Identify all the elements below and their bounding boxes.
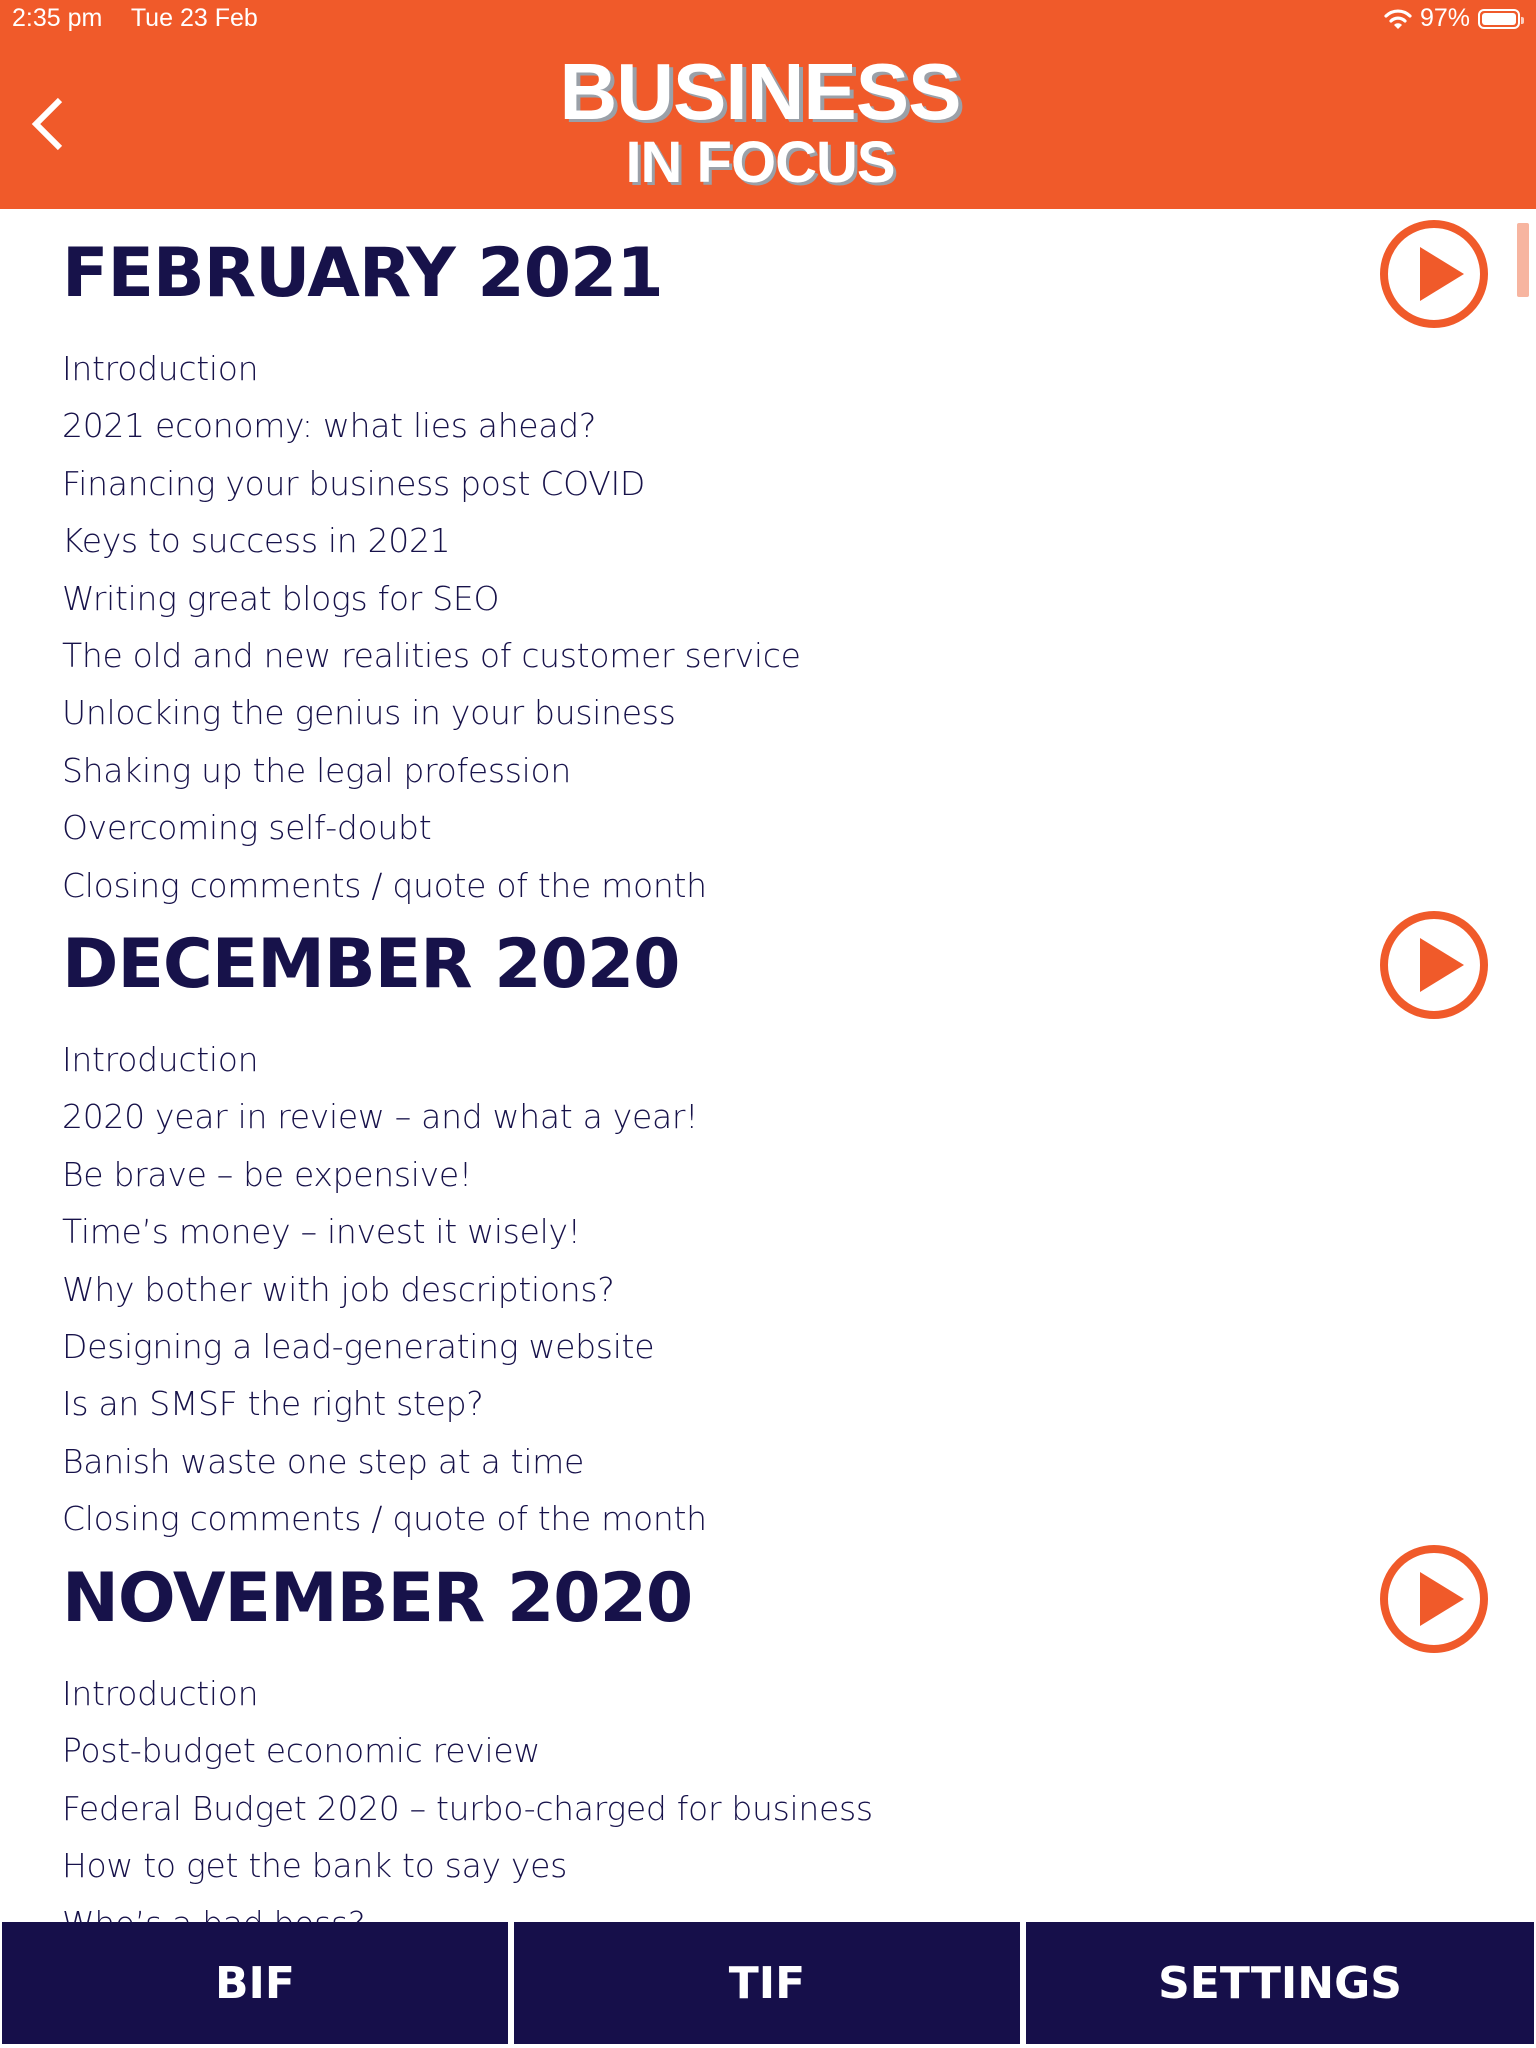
issue-title: NOVEMBER 2020	[62, 1559, 693, 1638]
status-bar-left: 2:35 pm Tue 23 Feb	[12, 4, 280, 33]
bottom-tab-bar: BIF TIF SETTINGS	[0, 1922, 1536, 2048]
article-link[interactable]: Keys to success in 2021	[62, 512, 801, 569]
issue-title: FEBRUARY 2021	[62, 234, 664, 313]
play-button[interactable]	[1378, 218, 1490, 330]
article-link[interactable]: Unlocking the genius in your business	[62, 684, 801, 741]
article-list: Introduction 2021 economy: what lies ahe…	[62, 340, 801, 914]
play-button[interactable]	[1378, 1543, 1490, 1655]
tab-bif[interactable]: BIF	[2, 1922, 508, 2044]
article-link[interactable]: Designing a lead-generating website	[62, 1318, 707, 1375]
article-link[interactable]: Closing comments / quote of the month	[62, 1490, 707, 1547]
article-list: Introduction Post-budget economic review…	[62, 1665, 873, 1922]
article-link[interactable]: Introduction	[62, 1031, 707, 1088]
article-link[interactable]: Shaking up the legal profession	[62, 742, 801, 799]
back-button[interactable]	[28, 94, 78, 154]
article-link[interactable]: Financing your business post COVID	[62, 455, 801, 512]
article-link[interactable]: Is an SMSF the right step?	[62, 1375, 707, 1432]
logo-line-1: BUSINESS	[559, 47, 962, 136]
battery-icon	[1478, 8, 1524, 29]
article-link[interactable]: Writing great blogs for SEO	[62, 570, 801, 627]
article-link[interactable]: The old and new realities of customer se…	[62, 627, 801, 684]
article-link[interactable]: 2020 year in review – and what a year!	[62, 1088, 707, 1145]
wifi-icon	[1384, 8, 1412, 29]
tab-label: TIF	[728, 1957, 806, 2009]
article-link[interactable]: Banish waste one step at a time	[62, 1433, 707, 1490]
article-link[interactable]: 2021 economy: what lies ahead?	[62, 397, 801, 454]
app-header: 2:35 pm Tue 23 Feb 97% BUSINESS IN FOCUS	[0, 0, 1536, 209]
play-circle-icon	[1380, 220, 1488, 328]
logo-line-2: IN FOCUS	[625, 130, 895, 195]
tab-settings[interactable]: SETTINGS	[1026, 1922, 1534, 2044]
chevron-left-icon	[31, 97, 63, 151]
article-link[interactable]: Be brave – be expensive!	[62, 1146, 707, 1203]
article-link[interactable]: Post-budget economic review	[62, 1722, 873, 1779]
scrollbar-thumb[interactable]	[1517, 223, 1529, 297]
article-link[interactable]: Closing comments / quote of the month	[62, 857, 801, 914]
battery-percent: 97%	[1419, 4, 1470, 32]
article-link[interactable]: How to get the bank to say yes	[62, 1837, 873, 1894]
app-logo: BUSINESS IN FOCUS	[520, 52, 1000, 192]
tab-label: BIF	[215, 1957, 295, 2009]
status-date: Tue 23 Feb	[130, 4, 258, 32]
article-list: Introduction 2020 year in review – and w…	[62, 1031, 707, 1548]
article-link[interactable]: Why bother with job descriptions?	[62, 1261, 707, 1318]
tab-label: SETTINGS	[1158, 1957, 1402, 2009]
article-link[interactable]: Time’s money – invest it wisely!	[62, 1203, 707, 1260]
play-circle-icon	[1380, 1545, 1488, 1653]
article-link[interactable]: Overcoming self-doubt	[62, 799, 801, 856]
play-button[interactable]	[1378, 909, 1490, 1021]
article-link[interactable]: Introduction	[62, 1665, 873, 1722]
issues-list[interactable]: FEBRUARY 2021 Introduction 2021 economy:…	[0, 209, 1536, 1922]
tab-tif[interactable]: TIF	[514, 1922, 1020, 2044]
status-bar-right: 97%	[1384, 4, 1524, 33]
article-link[interactable]: Introduction	[62, 340, 801, 397]
status-time: 2:35 pm	[12, 4, 103, 32]
article-link[interactable]: Who’s a bad boss?	[62, 1895, 873, 1922]
article-link[interactable]: Federal Budget 2020 – turbo-charged for …	[62, 1780, 873, 1837]
issue-title: DECEMBER 2020	[62, 925, 680, 1004]
play-circle-icon	[1380, 911, 1488, 1019]
